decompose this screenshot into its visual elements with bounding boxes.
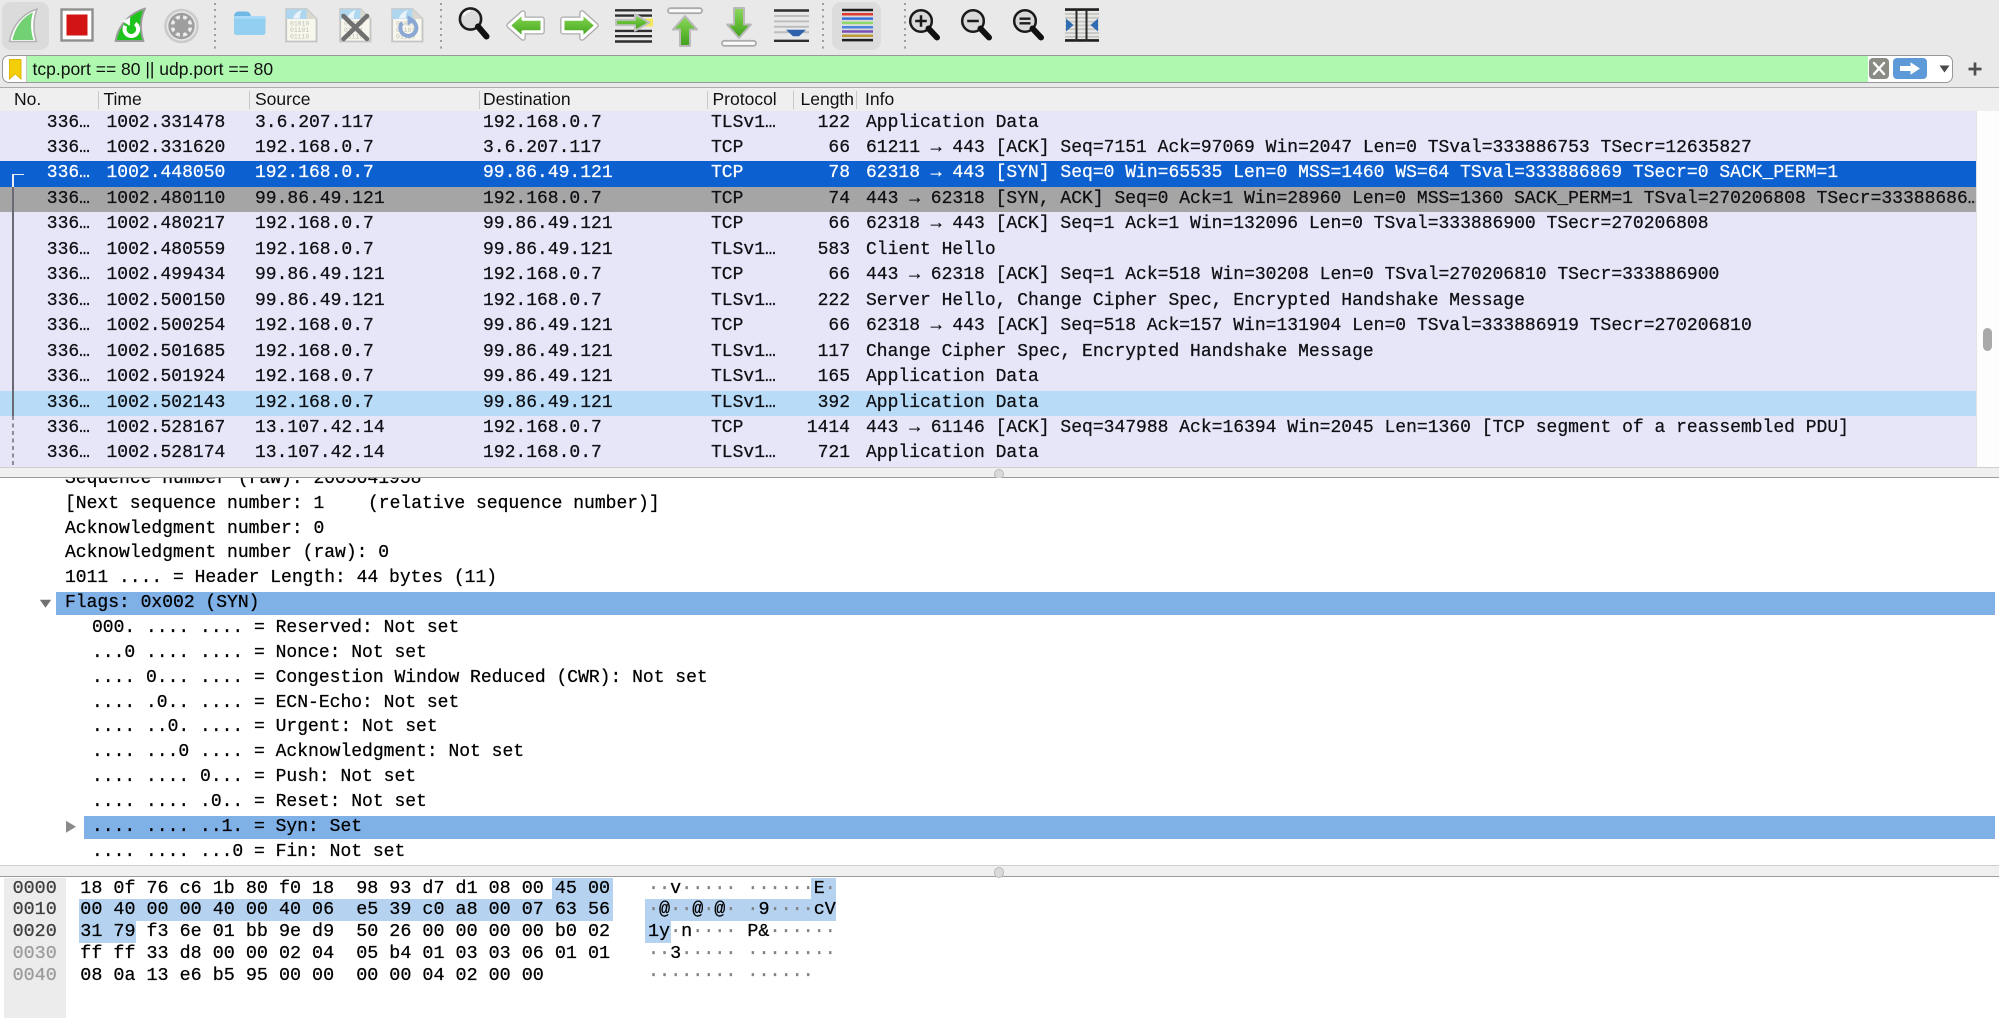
svg-text:01110: 01110 <box>290 34 309 41</box>
